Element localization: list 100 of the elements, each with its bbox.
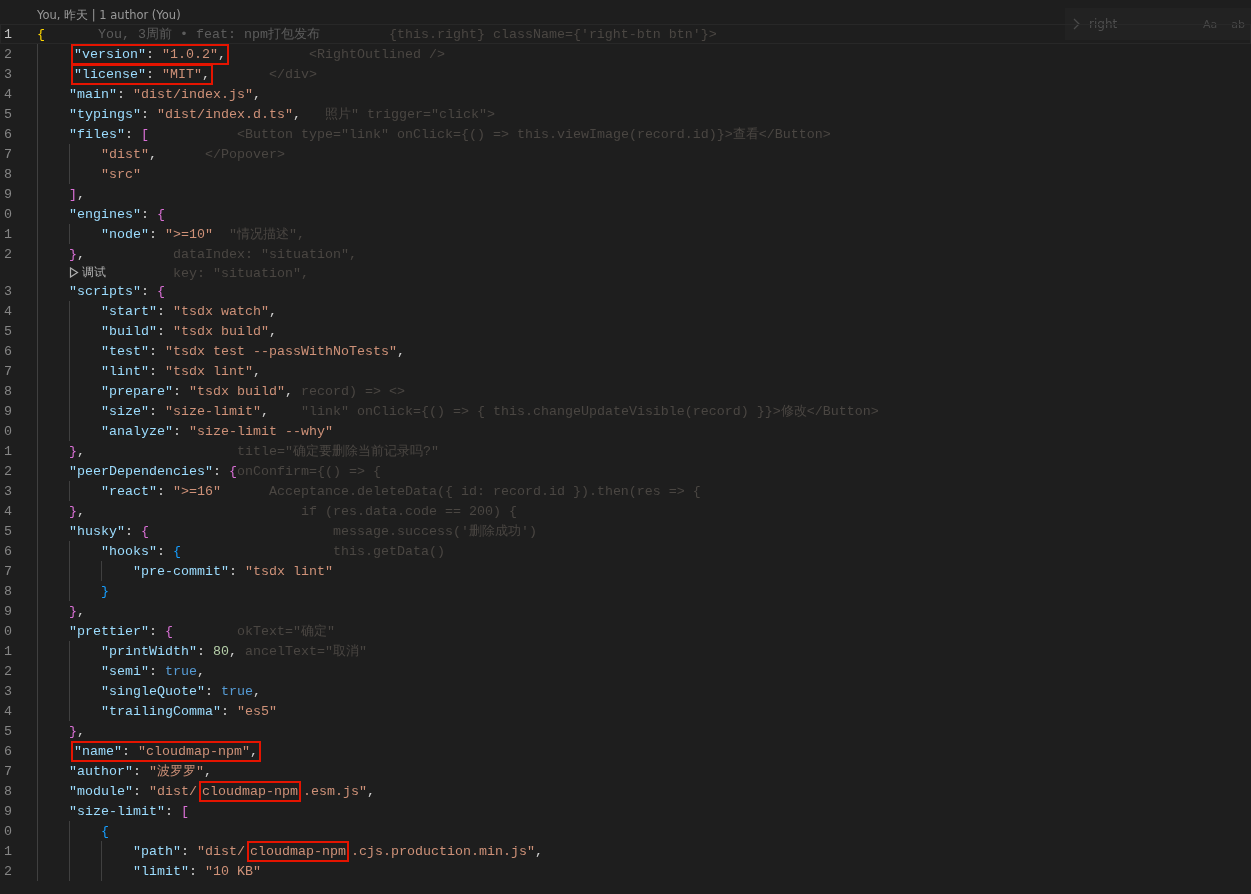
code-token: , [253,86,261,102]
code-token: , [77,186,85,202]
code-token: : [173,383,182,399]
line-number: 3 [3,66,12,82]
line-number: 6 [3,343,12,359]
chevron-icon [1073,18,1081,30]
code-token: , [253,683,261,699]
code-token: "cloudmap-npm" [138,743,250,759]
code-token: : [146,66,155,82]
code-token: "tsdx build" [173,323,269,339]
code-token: } [69,723,77,739]
line-number: 2 [3,46,12,62]
line-number: 8 [3,583,12,599]
code-token: : [197,643,206,659]
code-token: } [69,503,77,519]
code-token: , [269,303,277,319]
code-token: : [229,563,238,579]
code-token: , [534,843,543,859]
code-token: "tsdx build" [189,383,285,399]
line-number: 0 [3,623,12,639]
code-token: "license" [74,66,146,82]
line-number: 2 [3,246,12,262]
code-token: : [133,783,142,799]
line-number: 2 [3,463,12,479]
line-number: 2 [3,863,12,879]
code-token: "es5" [237,703,277,719]
code-token: : [149,403,158,419]
line-number: 8 [3,166,12,182]
code-token: : [149,363,158,379]
code-token: : [173,423,182,439]
code-token: , [253,363,261,379]
line-number: 1 [3,643,12,659]
code-token: , [77,503,85,519]
line-number: 5 [3,723,12,739]
code-token: "tsdx watch" [173,303,269,319]
code-token: "trailingComma" [101,703,221,719]
code-token: , [77,723,85,739]
code-token: { [228,463,237,479]
line-number: 5 [3,523,12,539]
code-token: , [229,643,237,659]
code-token: } [69,443,77,459]
line-number: 1 [3,443,12,459]
line-number: 9 [3,803,12,819]
line-number: 5 [3,323,12,339]
debug-codelens[interactable]: 调试 [69,265,106,280]
code-token: : [157,483,166,499]
line-number: 2 [3,663,12,679]
code-token: "dist/index.d.ts" [157,106,293,122]
code-token: : [149,226,158,242]
code-token: "pre-commit" [133,563,229,579]
code-token: "size-limit" [165,403,261,419]
line-number: 0 [3,823,12,839]
code-token: "semi" [101,663,149,679]
author-codelens[interactable]: You, 昨天 | 1 author (You) [37,8,181,23]
code-token: , [269,323,277,339]
code-token: , [77,443,85,459]
code-token: cloudmap-npm [202,783,298,799]
code-token: "size" [101,403,149,419]
code-token: "dist/ [149,783,197,799]
code-token: "src" [101,166,141,182]
code-token: "prettier" [69,623,149,639]
code-token: "scripts" [69,283,141,299]
code-token: "author" [69,763,133,779]
code-token: } [101,583,109,599]
code-token: cloudmap-npm [250,843,346,859]
line-number: 7 [3,363,12,379]
code-token: : [141,283,150,299]
code-token: , [261,403,269,419]
code-token: "MIT" [162,66,202,82]
code-token: } [69,603,77,619]
code-token: "1.0.2" [162,46,218,62]
code-token: , [284,383,293,399]
play-icon [69,267,79,278]
code-token: "start" [101,303,157,319]
code-token: "lint" [101,363,149,379]
code-token: : [146,46,155,62]
code-token: { [157,206,165,222]
line-number: 9 [3,403,12,419]
code-token: "10 KB" [205,863,261,879]
code-token: "test" [101,343,149,359]
code-token: "tsdx test --passWithNoTests" [165,343,397,359]
code-token: { [173,543,181,559]
code-token: "size-limit --why" [189,423,333,439]
code-token: { [101,823,109,839]
code-token: "build" [101,323,157,339]
code-token: , [292,106,301,122]
code-token: "prepare" [101,383,173,399]
code-token: : [125,126,134,142]
code-token: : [149,663,158,679]
line-number: 9 [3,186,12,202]
code-token: "analyze" [101,423,173,439]
code-token: "name" [74,743,122,759]
code-token: , [218,46,226,62]
line-number: 9 [3,603,12,619]
code-token: ] [69,186,77,202]
code-token: "module" [69,783,133,799]
code-token: , [250,743,258,759]
code-token: [ [141,126,149,142]
line-number: 7 [3,146,12,162]
code-token: : [221,703,230,719]
